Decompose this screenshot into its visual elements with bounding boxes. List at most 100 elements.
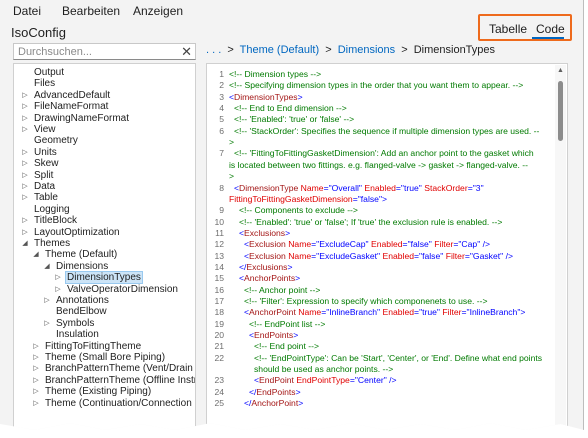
code-token: <!-- 'FittingToFittingGasketDimension': … bbox=[234, 148, 534, 159]
collapsed-arrow-icon[interactable]: ▷ bbox=[43, 318, 51, 329]
collapsed-arrow-icon[interactable]: ▷ bbox=[21, 227, 29, 238]
collapsed-arrow-icon[interactable]: ▷ bbox=[21, 113, 29, 124]
tree-item[interactable]: BendElbow bbox=[14, 306, 195, 317]
collapsed-arrow-icon[interactable]: ▷ bbox=[32, 352, 40, 363]
tree-item[interactable]: ▷ Theme (Continuation/Connection Pipi bbox=[14, 398, 195, 409]
tree-item[interactable]: ▷ Split bbox=[14, 169, 195, 181]
tree-item[interactable]: ▷ Annotations bbox=[14, 295, 195, 306]
close-icon[interactable]: ✕ bbox=[181, 44, 192, 59]
code-token: <!-- Specifying dimension types in the o… bbox=[229, 80, 524, 91]
tree-item[interactable]: ▷ Units bbox=[14, 147, 195, 158]
tree-item[interactable]: ▷ AdvancedDefault bbox=[14, 90, 195, 101]
tree-item[interactable]: ▷ BranchPatternTheme (Vent/Drain Pipi bbox=[14, 363, 195, 374]
breadcrumb-overflow[interactable]: . . . bbox=[206, 44, 221, 56]
code-line: 22 <!-- 'EndPointType': Can be 'Start', '… bbox=[207, 353, 553, 364]
code-text: <!-- Components to exclude --> bbox=[239, 205, 358, 216]
vertical-scrollbar[interactable]: ▲ bbox=[555, 65, 566, 430]
tree-item[interactable]: Insulation bbox=[14, 329, 195, 341]
tree-item-label: BranchPatternTheme (Offline Instrume bbox=[45, 374, 195, 386]
tree-item[interactable]: ▷ Data bbox=[14, 181, 195, 192]
code-text: </Exclusions> bbox=[239, 262, 293, 273]
collapsed-arrow-icon[interactable]: ▷ bbox=[54, 284, 62, 295]
tree-item-label: Data bbox=[34, 181, 56, 192]
tree-item[interactable]: ◢ Dimensions bbox=[14, 261, 195, 272]
collapsed-arrow-icon[interactable]: ▷ bbox=[32, 341, 40, 352]
collapsed-arrow-icon[interactable]: ▷ bbox=[21, 181, 29, 192]
expanded-arrow-icon[interactable]: ◢ bbox=[32, 249, 40, 260]
tree-item[interactable]: Files bbox=[14, 78, 195, 89]
code-line: 1 <!-- Dimension types --> bbox=[207, 69, 553, 80]
line-number: 13 bbox=[214, 250, 224, 261]
tree-item-label: Theme (Existing Piping) bbox=[45, 386, 152, 398]
tree-item[interactable]: ▷ FittingToFittingTheme bbox=[14, 341, 195, 352]
code-line: 3 <DimensionTypes> bbox=[207, 92, 553, 103]
collapsed-arrow-icon[interactable]: ▷ bbox=[21, 147, 29, 158]
menu-anzeigen[interactable]: Anzeigen bbox=[133, 4, 183, 18]
menu-datei[interactable]: Datei bbox=[13, 4, 41, 18]
tab-tabelle[interactable]: Tabelle bbox=[489, 22, 527, 36]
tree-item[interactable]: ▷ View bbox=[14, 124, 195, 135]
code-token: <!-- End point --> bbox=[254, 341, 319, 352]
tree-item[interactable]: ▷ Symbols bbox=[14, 317, 195, 329]
code-token: EndPoints bbox=[254, 330, 294, 341]
code-token: EndPointType bbox=[296, 375, 350, 386]
code-editor[interactable]: ▲ 1 <!-- Dimension types --> 2 <!-- Specify… bbox=[206, 63, 568, 430]
tree-item[interactable]: ▷ Theme (Existing Piping) bbox=[14, 386, 195, 398]
collapsed-arrow-icon[interactable]: ▷ bbox=[21, 192, 29, 203]
collapsed-arrow-icon[interactable]: ▷ bbox=[32, 386, 40, 397]
collapsed-arrow-icon[interactable]: ▷ bbox=[21, 101, 29, 112]
tree-item[interactable]: ▷ TitleBlock bbox=[14, 215, 195, 227]
tree-item-label: Symbols bbox=[56, 317, 95, 329]
tree-item[interactable]: ◢ Themes bbox=[14, 238, 195, 249]
collapsed-arrow-icon[interactable]: ▷ bbox=[21, 90, 29, 101]
code-token: <!-- 'StackOrder': Specifies the sequenc… bbox=[234, 125, 540, 136]
code-token: Enabled bbox=[364, 182, 396, 193]
collapsed-arrow-icon[interactable]: ▷ bbox=[21, 158, 29, 169]
line-number: 19 bbox=[214, 318, 224, 329]
tree-item[interactable]: ▷ FileNameFormat bbox=[14, 101, 195, 112]
collapsed-arrow-icon[interactable]: ▷ bbox=[32, 398, 40, 409]
collapsed-arrow-icon[interactable]: ▷ bbox=[54, 272, 62, 283]
collapsed-arrow-icon[interactable]: ▷ bbox=[21, 170, 29, 181]
tree-item[interactable]: ▷ DimensionTypes bbox=[14, 271, 195, 285]
menu-bearbeiten[interactable]: Bearbeiten bbox=[62, 4, 120, 18]
scroll-up-arrow-icon[interactable]: ▲ bbox=[557, 67, 564, 74]
code-token: > bbox=[229, 171, 235, 182]
tree-item[interactable]: ◢ Theme (Default) bbox=[14, 249, 195, 260]
tree-item[interactable]: Logging bbox=[14, 204, 195, 215]
code-token: "false" bbox=[357, 193, 382, 204]
tree-item[interactable]: ▷ Skew bbox=[14, 158, 195, 169]
tree-item[interactable]: ▷ Theme (Small Bore Piping) bbox=[14, 352, 195, 363]
expanded-arrow-icon[interactable]: ◢ bbox=[21, 238, 29, 249]
breadcrumb-item-theme-default[interactable]: Theme (Default) bbox=[240, 44, 319, 56]
code-line: 14 </Exclusions> bbox=[207, 262, 553, 273]
collapsed-arrow-icon[interactable]: ▷ bbox=[32, 375, 40, 386]
collapsed-arrow-icon[interactable]: ▷ bbox=[43, 295, 51, 306]
search-box: ✕ bbox=[13, 43, 196, 60]
breadcrumb-item-dimensions[interactable]: Dimensions bbox=[338, 44, 395, 56]
tree-item[interactable]: Output bbox=[14, 67, 195, 78]
code-line: 4 <!-- End to End dimension --> bbox=[207, 103, 553, 114]
tree-item[interactable]: ▷ ValveOperatorDimension bbox=[14, 284, 195, 295]
breadcrumb-separator: > bbox=[325, 44, 332, 56]
tree-item[interactable]: ▷ BranchPatternTheme (Offline Instrume bbox=[14, 374, 195, 386]
tree-item[interactable]: ▷ LayoutOptimization bbox=[14, 227, 195, 238]
tree-item-label: Split bbox=[34, 169, 54, 181]
config-tree: Output Files ▷ AdvancedDefault ▷ FileNameForm… bbox=[13, 63, 196, 430]
code-text: <!-- 'Filter': Expression to specify whi… bbox=[244, 296, 488, 307]
collapsed-arrow-icon[interactable]: ▷ bbox=[32, 363, 40, 374]
collapsed-arrow-icon[interactable]: ▷ bbox=[21, 215, 29, 226]
tree-item-label: Insulation bbox=[56, 329, 99, 341]
tree-item[interactable]: ▷ Table bbox=[14, 192, 195, 203]
expanded-arrow-icon[interactable]: ◢ bbox=[43, 261, 51, 272]
collapsed-arrow-icon[interactable]: ▷ bbox=[21, 124, 29, 135]
tab-code[interactable]: Code bbox=[536, 22, 565, 36]
search-input[interactable] bbox=[18, 44, 178, 59]
scrollbar-thumb[interactable] bbox=[558, 81, 563, 141]
app-title: IsoConfig bbox=[11, 25, 66, 40]
code-text: <Exclusion Name="ExcludeCap" Enabled="fa… bbox=[244, 239, 490, 250]
tree-item[interactable]: Geometry bbox=[14, 135, 195, 146]
tree-item[interactable]: ▷ DrawingNameFormat bbox=[14, 113, 195, 124]
code-text: <!-- 'StackOrder': Specifies the sequenc… bbox=[234, 126, 539, 137]
tree-item-label: TitleBlock bbox=[34, 215, 77, 227]
